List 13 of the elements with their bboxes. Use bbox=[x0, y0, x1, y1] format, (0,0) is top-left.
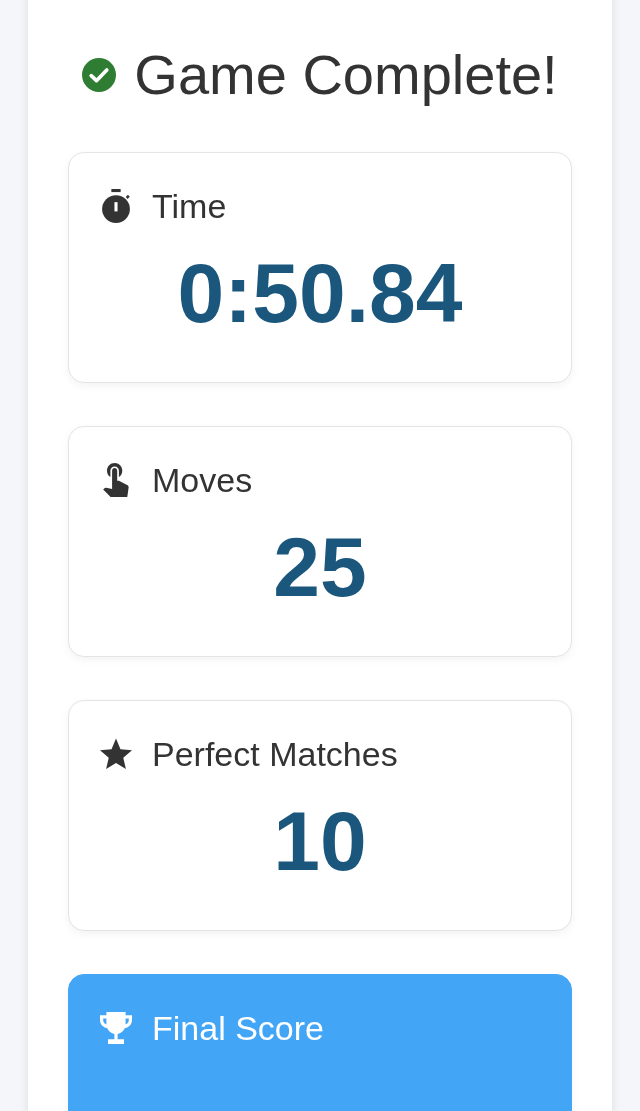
stat-label: Final Score bbox=[152, 1008, 324, 1048]
stat-label: Perfect Matches bbox=[152, 734, 398, 774]
results-title: Game Complete! bbox=[134, 42, 558, 108]
stat-label: Time bbox=[152, 186, 227, 226]
stat-value: 25 bbox=[272, 519, 368, 616]
stopwatch-icon bbox=[100, 189, 132, 223]
stat-value: 0:50.84 bbox=[176, 245, 464, 342]
stat-label: Moves bbox=[152, 460, 253, 500]
stat-value: 10 bbox=[272, 793, 368, 890]
pointing-hand-icon bbox=[100, 463, 132, 497]
check-circle-icon bbox=[82, 58, 117, 92]
trophy-icon bbox=[100, 1011, 132, 1045]
star-icon bbox=[100, 737, 132, 771]
